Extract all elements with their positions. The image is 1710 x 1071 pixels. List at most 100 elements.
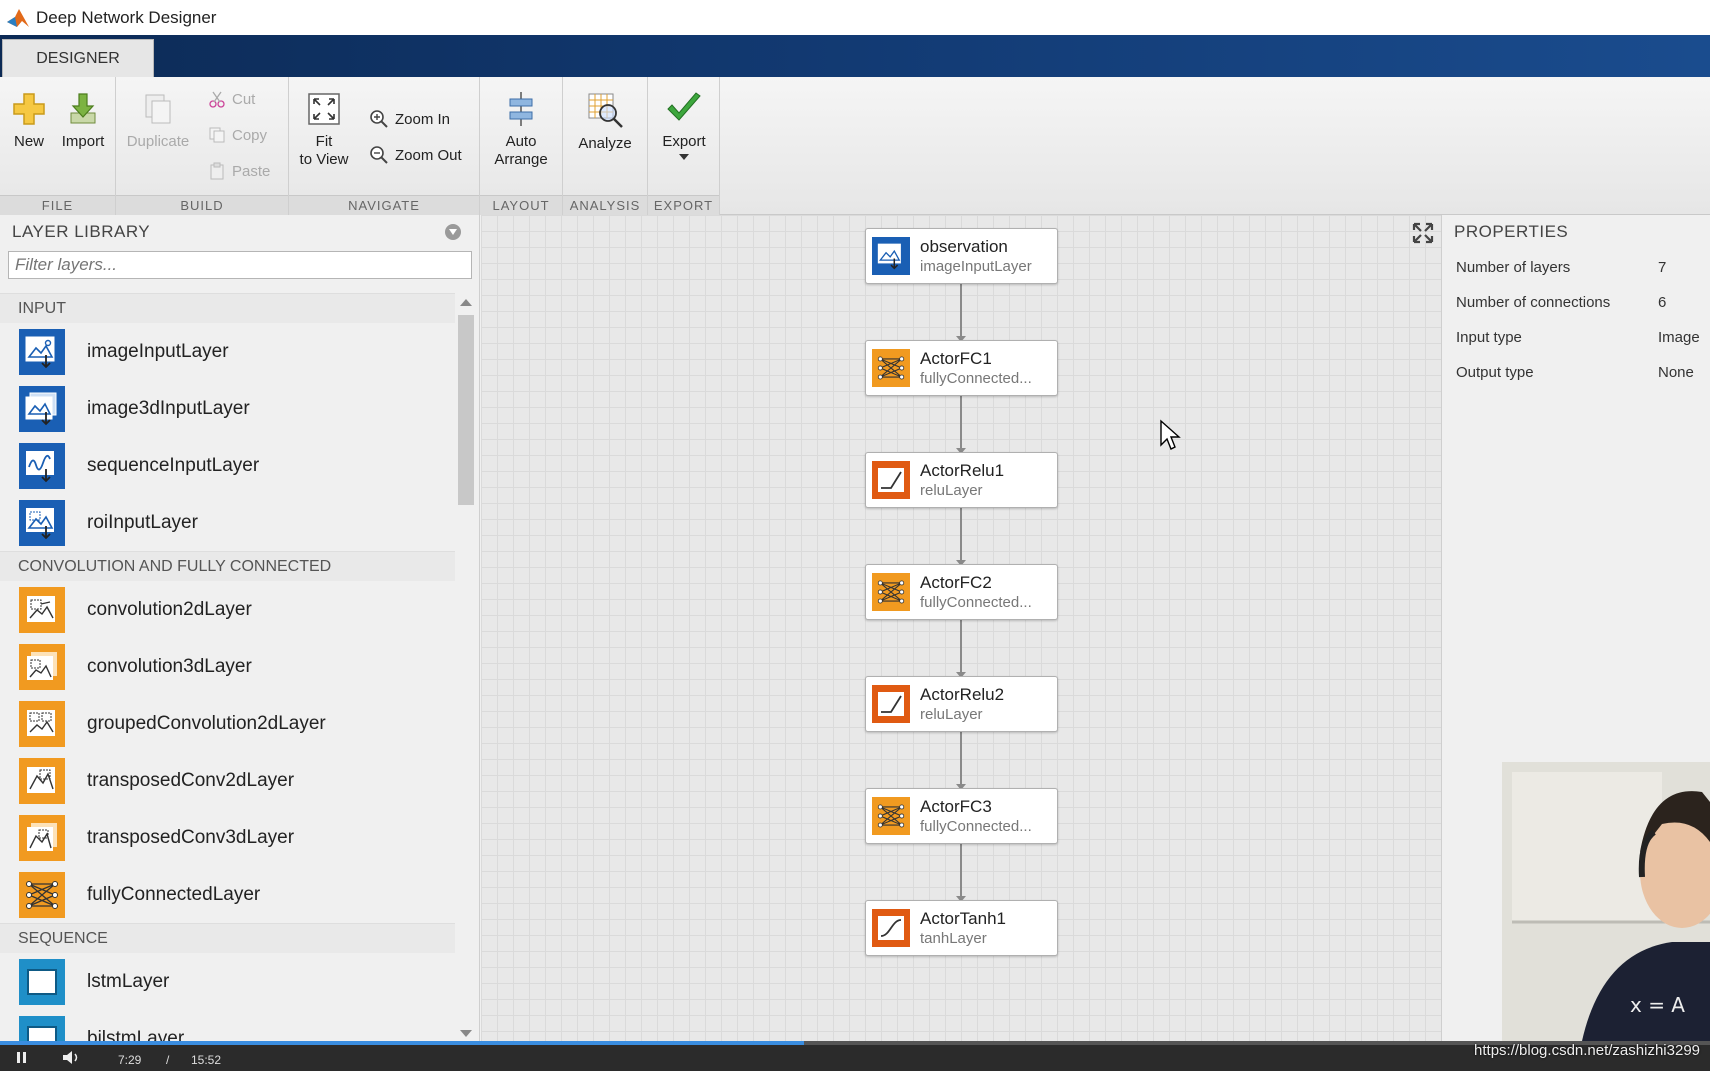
category-input: INPUT: [0, 293, 455, 323]
layer-library-header: LAYER LIBRARY: [0, 215, 479, 249]
library-item-lstmlayer[interactable]: lstmLayer: [0, 953, 455, 1010]
expand-canvas-icon[interactable]: [1411, 221, 1435, 245]
library-item-label: fullyConnectedLayer: [87, 883, 261, 905]
cut-button[interactable]: Cut: [208, 87, 255, 111]
fit-to-view-button[interactable]: Fit to View: [293, 91, 355, 169]
library-item-sequenceinputlayer[interactable]: sequenceInputLayer: [0, 437, 455, 494]
fully-connected-icon: [872, 573, 910, 611]
ribbon-section-build: Duplicate Cut Copy Paste BUILD: [116, 77, 289, 215]
library-item-imageinputlayer[interactable]: imageInputLayer: [0, 323, 455, 380]
ribbon-section-analysis: Analyze ANALYSIS: [563, 77, 648, 215]
library-item-label: convolution2dLayer: [87, 598, 252, 620]
scissors-icon: [209, 91, 225, 108]
duplicate-button[interactable]: Duplicate: [124, 91, 192, 151]
new-button[interactable]: New: [8, 91, 50, 151]
presenter-webcam-overlay: x = A: [1502, 762, 1710, 1041]
image3d-input-icon: [19, 385, 65, 432]
layer-library-list: INPUT imageInputLayer image3dInputLayer …: [0, 293, 455, 1041]
export-dropdown-icon[interactable]: [678, 153, 690, 161]
analyze-label: Analyze: [578, 135, 632, 152]
node-name: ActorFC3: [920, 796, 992, 816]
library-item-transposedconv3dlayer[interactable]: transposedConv3dLayer: [0, 809, 455, 866]
zoom-out-button[interactable]: Zoom Out: [369, 143, 462, 167]
deep-network-designer-window: Deep Network Designer DESIGNER New Impor…: [0, 0, 1710, 1071]
zoom-in-button[interactable]: Zoom In: [369, 107, 450, 131]
panel-options-icon[interactable]: [445, 224, 461, 240]
library-item-image3dinputlayer[interactable]: image3dInputLayer: [0, 380, 455, 437]
properties-title: PROPERTIES: [1454, 222, 1569, 241]
scroll-down-arrow-icon[interactable]: [460, 1030, 472, 1037]
node-type: reluLayer: [920, 481, 983, 499]
library-item-groupedconvolution2dlayer[interactable]: groupedConvolution2dLayer: [0, 695, 455, 752]
tab-strip: DESIGNER: [0, 35, 1710, 77]
node-type: reluLayer: [920, 705, 983, 723]
export-label: Export: [662, 133, 706, 150]
grouped-convolution-icon: [19, 700, 65, 747]
video-time-separator: /: [166, 1053, 170, 1067]
plus-icon: [13, 93, 45, 125]
library-scrollbar[interactable]: [455, 293, 477, 1041]
scroll-up-arrow-icon[interactable]: [460, 299, 472, 306]
copy-button[interactable]: Copy: [208, 123, 267, 147]
library-item-convolution2dlayer[interactable]: convolution2dLayer: [0, 581, 455, 638]
transposed-conv2d-icon: [19, 757, 65, 804]
node-type: fullyConnected...: [920, 369, 1032, 387]
tab-designer[interactable]: DESIGNER: [2, 39, 154, 77]
category-sequence: SEQUENCE: [0, 923, 455, 953]
import-arrow-icon: [70, 93, 96, 124]
analyze-magnifier-icon: [588, 93, 623, 128]
section-title-build: BUILD: [116, 195, 288, 215]
auto-arrange-button[interactable]: Auto Arrange: [486, 91, 556, 169]
property-label: Number of layers: [1456, 259, 1571, 276]
paste-button[interactable]: Paste: [208, 159, 270, 183]
new-label: New: [13, 133, 44, 150]
zoom-out-label: Zoom Out: [395, 146, 462, 164]
network-node-observation[interactable]: observation imageInputLayer: [865, 228, 1058, 284]
watermark-url: https://blog.csdn.net/zashizhi3299: [1474, 1042, 1700, 1059]
library-scroll-thumb[interactable]: [458, 315, 474, 505]
library-item-fullyconnectedlayer[interactable]: fullyConnectedLayer: [0, 866, 455, 923]
pause-icon[interactable]: [16, 1051, 28, 1064]
copy-label: Copy: [232, 126, 268, 144]
import-button[interactable]: Import: [58, 91, 108, 151]
network-node-actorfc3[interactable]: ActorFC3 fullyConnected...: [865, 788, 1058, 844]
toolstrip-ribbon: New Import FILE Duplicate Cut Copy Paste…: [0, 77, 1710, 215]
library-item-bilstmlayer[interactable]: bilstmLayer: [0, 1010, 455, 1041]
network-node-actorrelu2[interactable]: ActorRelu2 reluLayer: [865, 676, 1058, 732]
library-item-convolution3dlayer[interactable]: convolution3dLayer: [0, 638, 455, 695]
analyze-button[interactable]: Analyze: [569, 91, 641, 153]
filter-layers-input[interactable]: [8, 251, 472, 279]
volume-icon[interactable]: [62, 1050, 80, 1065]
fit-to-view-icon: [308, 93, 340, 125]
zoom-in-label: Zoom In: [395, 110, 451, 128]
property-value: 6: [1658, 294, 1667, 311]
window-title: Deep Network Designer: [36, 7, 217, 27]
bilstm-icon: [19, 1015, 65, 1041]
layer-library-panel: LAYER LIBRARY INPUT imageInputLayer imag…: [0, 215, 480, 1041]
connection-edge: [956, 732, 966, 790]
video-total-time: 15:52: [191, 1053, 222, 1067]
node-name: ActorFC1: [920, 348, 992, 368]
library-item-label: image3dInputLayer: [87, 397, 250, 419]
svg-text:x = A: x = A: [1630, 993, 1685, 1017]
property-label: Input type: [1456, 329, 1522, 346]
fit-label-line2: to View: [299, 151, 349, 168]
property-label: Output type: [1456, 364, 1534, 381]
export-button[interactable]: Export: [654, 91, 714, 161]
network-node-actorfc2[interactable]: ActorFC2 fullyConnected...: [865, 564, 1058, 620]
video-progress-fill: [0, 1041, 804, 1045]
library-item-label: groupedConvolution2dLayer: [87, 712, 326, 734]
sequence-input-icon: [19, 442, 65, 489]
library-item-transposedconv2dlayer[interactable]: transposedConv2dLayer: [0, 752, 455, 809]
network-node-actorrelu1[interactable]: ActorRelu1 reluLayer: [865, 452, 1058, 508]
fit-label-line1: Fit: [315, 133, 333, 150]
library-item-label: transposedConv2dLayer: [87, 769, 295, 791]
library-item-label: sequenceInputLayer: [87, 454, 260, 476]
network-canvas[interactable]: observation imageInputLayer ActorFC1 ful…: [481, 215, 1441, 1041]
title-bar: Deep Network Designer: [0, 0, 1710, 35]
network-node-actortanh1[interactable]: ActorTanh1 tanhLayer: [865, 900, 1058, 956]
library-item-roiinputlayer[interactable]: roiInputLayer: [0, 494, 455, 551]
video-player-bar: 7:29 / 15:52: [0, 1041, 1710, 1071]
network-node-actorfc1[interactable]: ActorFC1 fullyConnected...: [865, 340, 1058, 396]
library-item-label: imageInputLayer: [87, 340, 229, 362]
